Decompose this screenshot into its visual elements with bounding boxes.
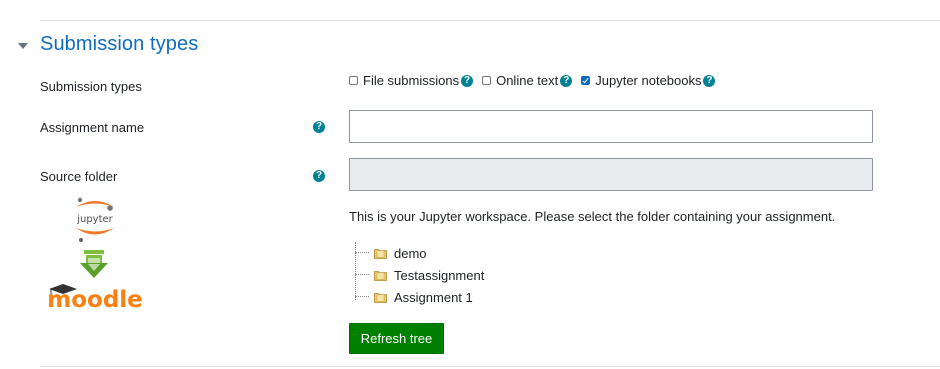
tree-branch: [355, 296, 369, 298]
file-submissions-label: File submissions: [363, 73, 460, 88]
jupyter-moodle-logo: jupyter moodle: [47, 196, 144, 314]
tree-item-label: Testassignment: [394, 267, 485, 283]
section-title: Submission types: [40, 33, 199, 55]
tree-item-label: demo: [394, 245, 427, 261]
option-online-text[interactable]: Online text ?: [482, 73, 573, 88]
collapse-caret-icon[interactable]: [18, 42, 28, 49]
jupyter-wordmark: jupyter: [76, 214, 113, 225]
assignment-name-input[interactable]: [349, 110, 873, 143]
folder-icon: [374, 292, 387, 303]
online-text-checkbox[interactable]: [482, 76, 492, 85]
source-folder-input: [349, 158, 873, 191]
option-jupyter-notebooks[interactable]: Jupyter notebooks ?: [581, 73, 716, 88]
submission-types-options: File submissions ? Online text ? Jupyter…: [349, 73, 724, 88]
option-file-submissions[interactable]: File submissions ?: [349, 73, 474, 88]
folder-icon: [374, 248, 387, 259]
help-icon[interactable]: ?: [461, 74, 474, 87]
help-icon[interactable]: ?: [313, 170, 325, 182]
folder-icon: [374, 270, 387, 281]
source-folder-label: Source folder: [40, 169, 118, 184]
tree-item-demo[interactable]: demo: [355, 242, 484, 264]
section-header[interactable]: Submission types: [18, 33, 198, 56]
jupyter-notebooks-checkbox[interactable]: [581, 76, 591, 85]
tree-item-assignment-1[interactable]: Assignment 1: [355, 286, 484, 308]
help-icon[interactable]: ?: [703, 74, 716, 87]
help-icon[interactable]: ?: [560, 74, 573, 87]
moodle-wordmark: moodle: [48, 287, 143, 313]
workspace-instruction: This is your Jupyter workspace. Please s…: [349, 209, 836, 224]
help-icon[interactable]: ?: [313, 121, 325, 133]
tree-item-testassignment[interactable]: Testassignment: [355, 264, 484, 286]
tree-branch: [355, 274, 369, 276]
jupyter-moodle-logo-graphic: jupyter moodle: [47, 197, 143, 313]
bottom-divider: [40, 366, 940, 367]
folder-tree: demo Testassignment Assignment 1: [355, 242, 484, 308]
tree-branch: [355, 252, 369, 254]
online-text-label: Online text: [496, 73, 559, 88]
jupyter-notebooks-label: Jupyter notebooks: [595, 73, 702, 88]
assignment-name-label: Assignment name: [40, 120, 145, 135]
tree-item-label: Assignment 1: [394, 289, 473, 305]
top-divider: [40, 20, 940, 21]
submission-types-label: Submission types: [40, 79, 142, 94]
refresh-tree-button[interactable]: Refresh tree: [349, 323, 444, 354]
file-submissions-checkbox[interactable]: [349, 76, 358, 85]
